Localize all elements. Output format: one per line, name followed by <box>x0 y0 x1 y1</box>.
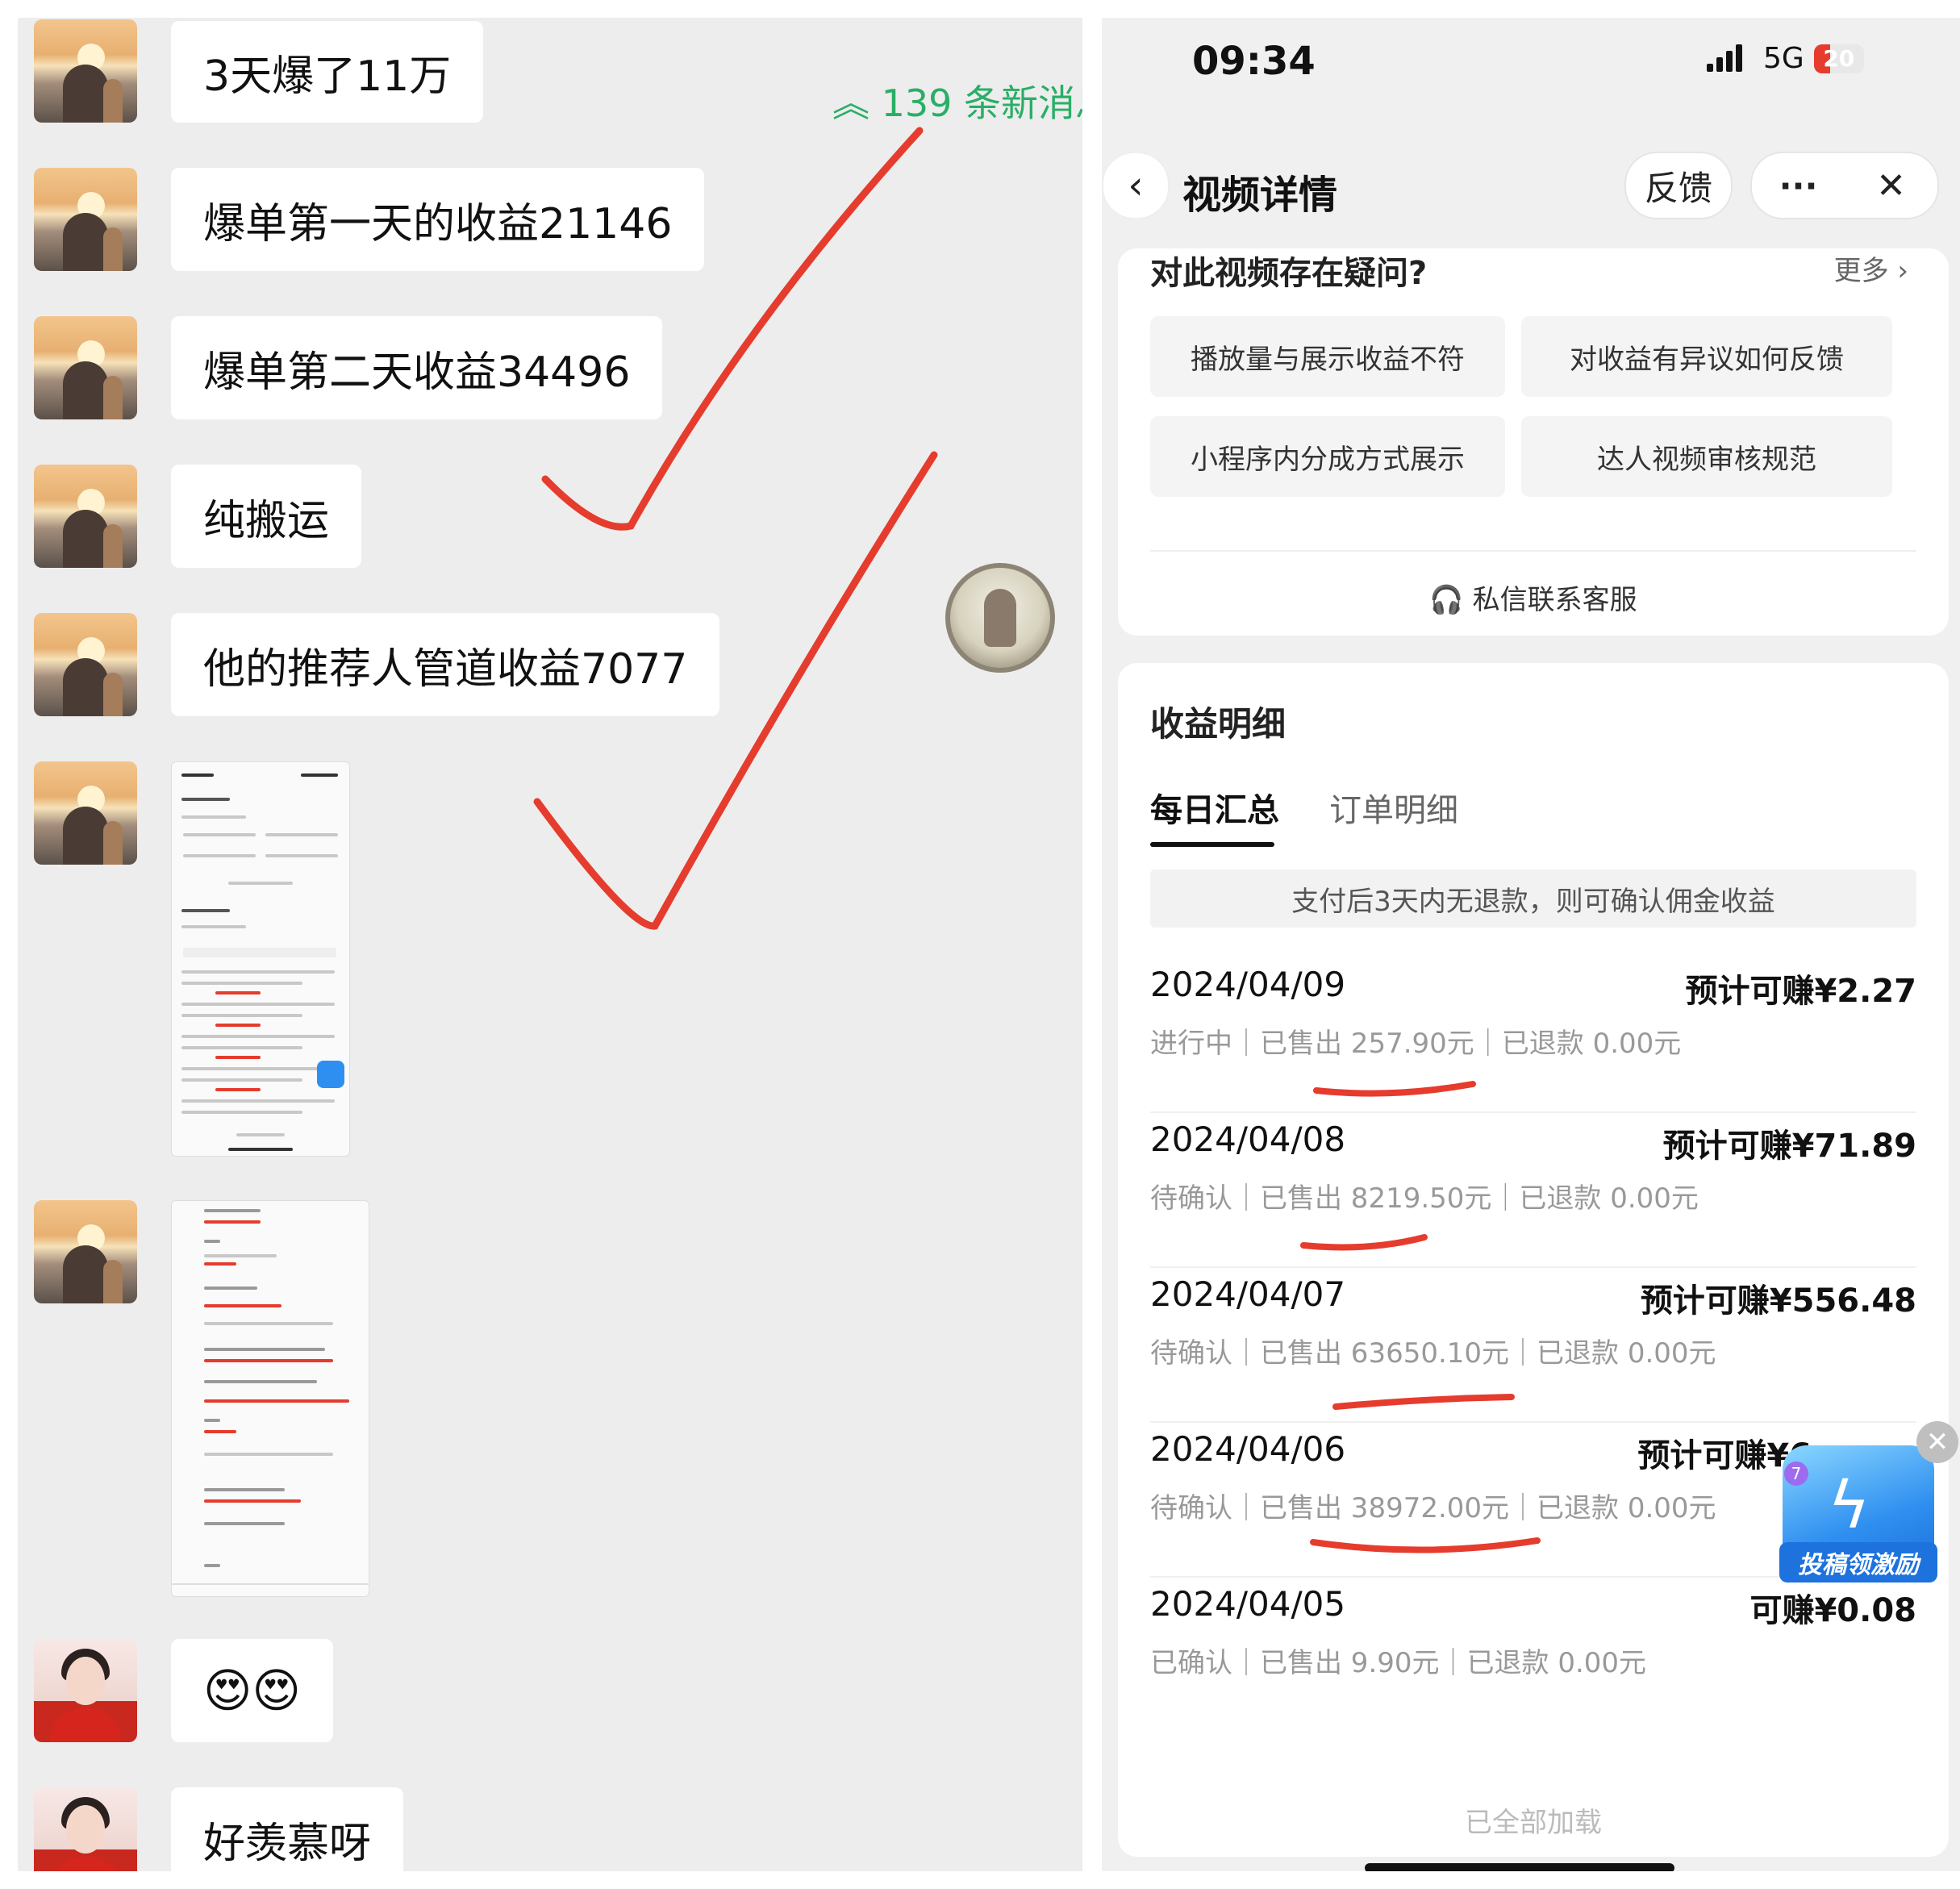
underline-mark <box>1310 1537 1541 1553</box>
promo-badge: 7 <box>1784 1462 1808 1486</box>
check-mark <box>541 127 924 531</box>
promo-label: 投稿领激励 <box>1779 1542 1937 1583</box>
home-indicator[interactable] <box>1365 1863 1674 1871</box>
check-mark <box>533 451 938 930</box>
underline-mark <box>1300 1234 1428 1251</box>
phone-screen: 09:34 5G 20 ‹ 视频详情 反馈 ··· ✕ 对此视频存在疑问? 更多… <box>1102 18 1960 1871</box>
chat-panel: ︽ 139 条新消息 3天爆了11万 爆单第一天的收益21146 爆单第二天收益… <box>18 18 1082 1871</box>
underline-mark <box>1332 1394 1515 1410</box>
promo-close-icon[interactable]: ✕ <box>1916 1421 1958 1463</box>
lightning-icon: ϟ <box>1828 1468 1870 1543</box>
underline-mark <box>1313 1081 1476 1097</box>
check-annotations <box>533 127 938 930</box>
promo-float-button[interactable]: ϟ 7 投稿领激励 <box>1779 1429 1941 1583</box>
underline-annotations <box>1300 1081 1541 1553</box>
